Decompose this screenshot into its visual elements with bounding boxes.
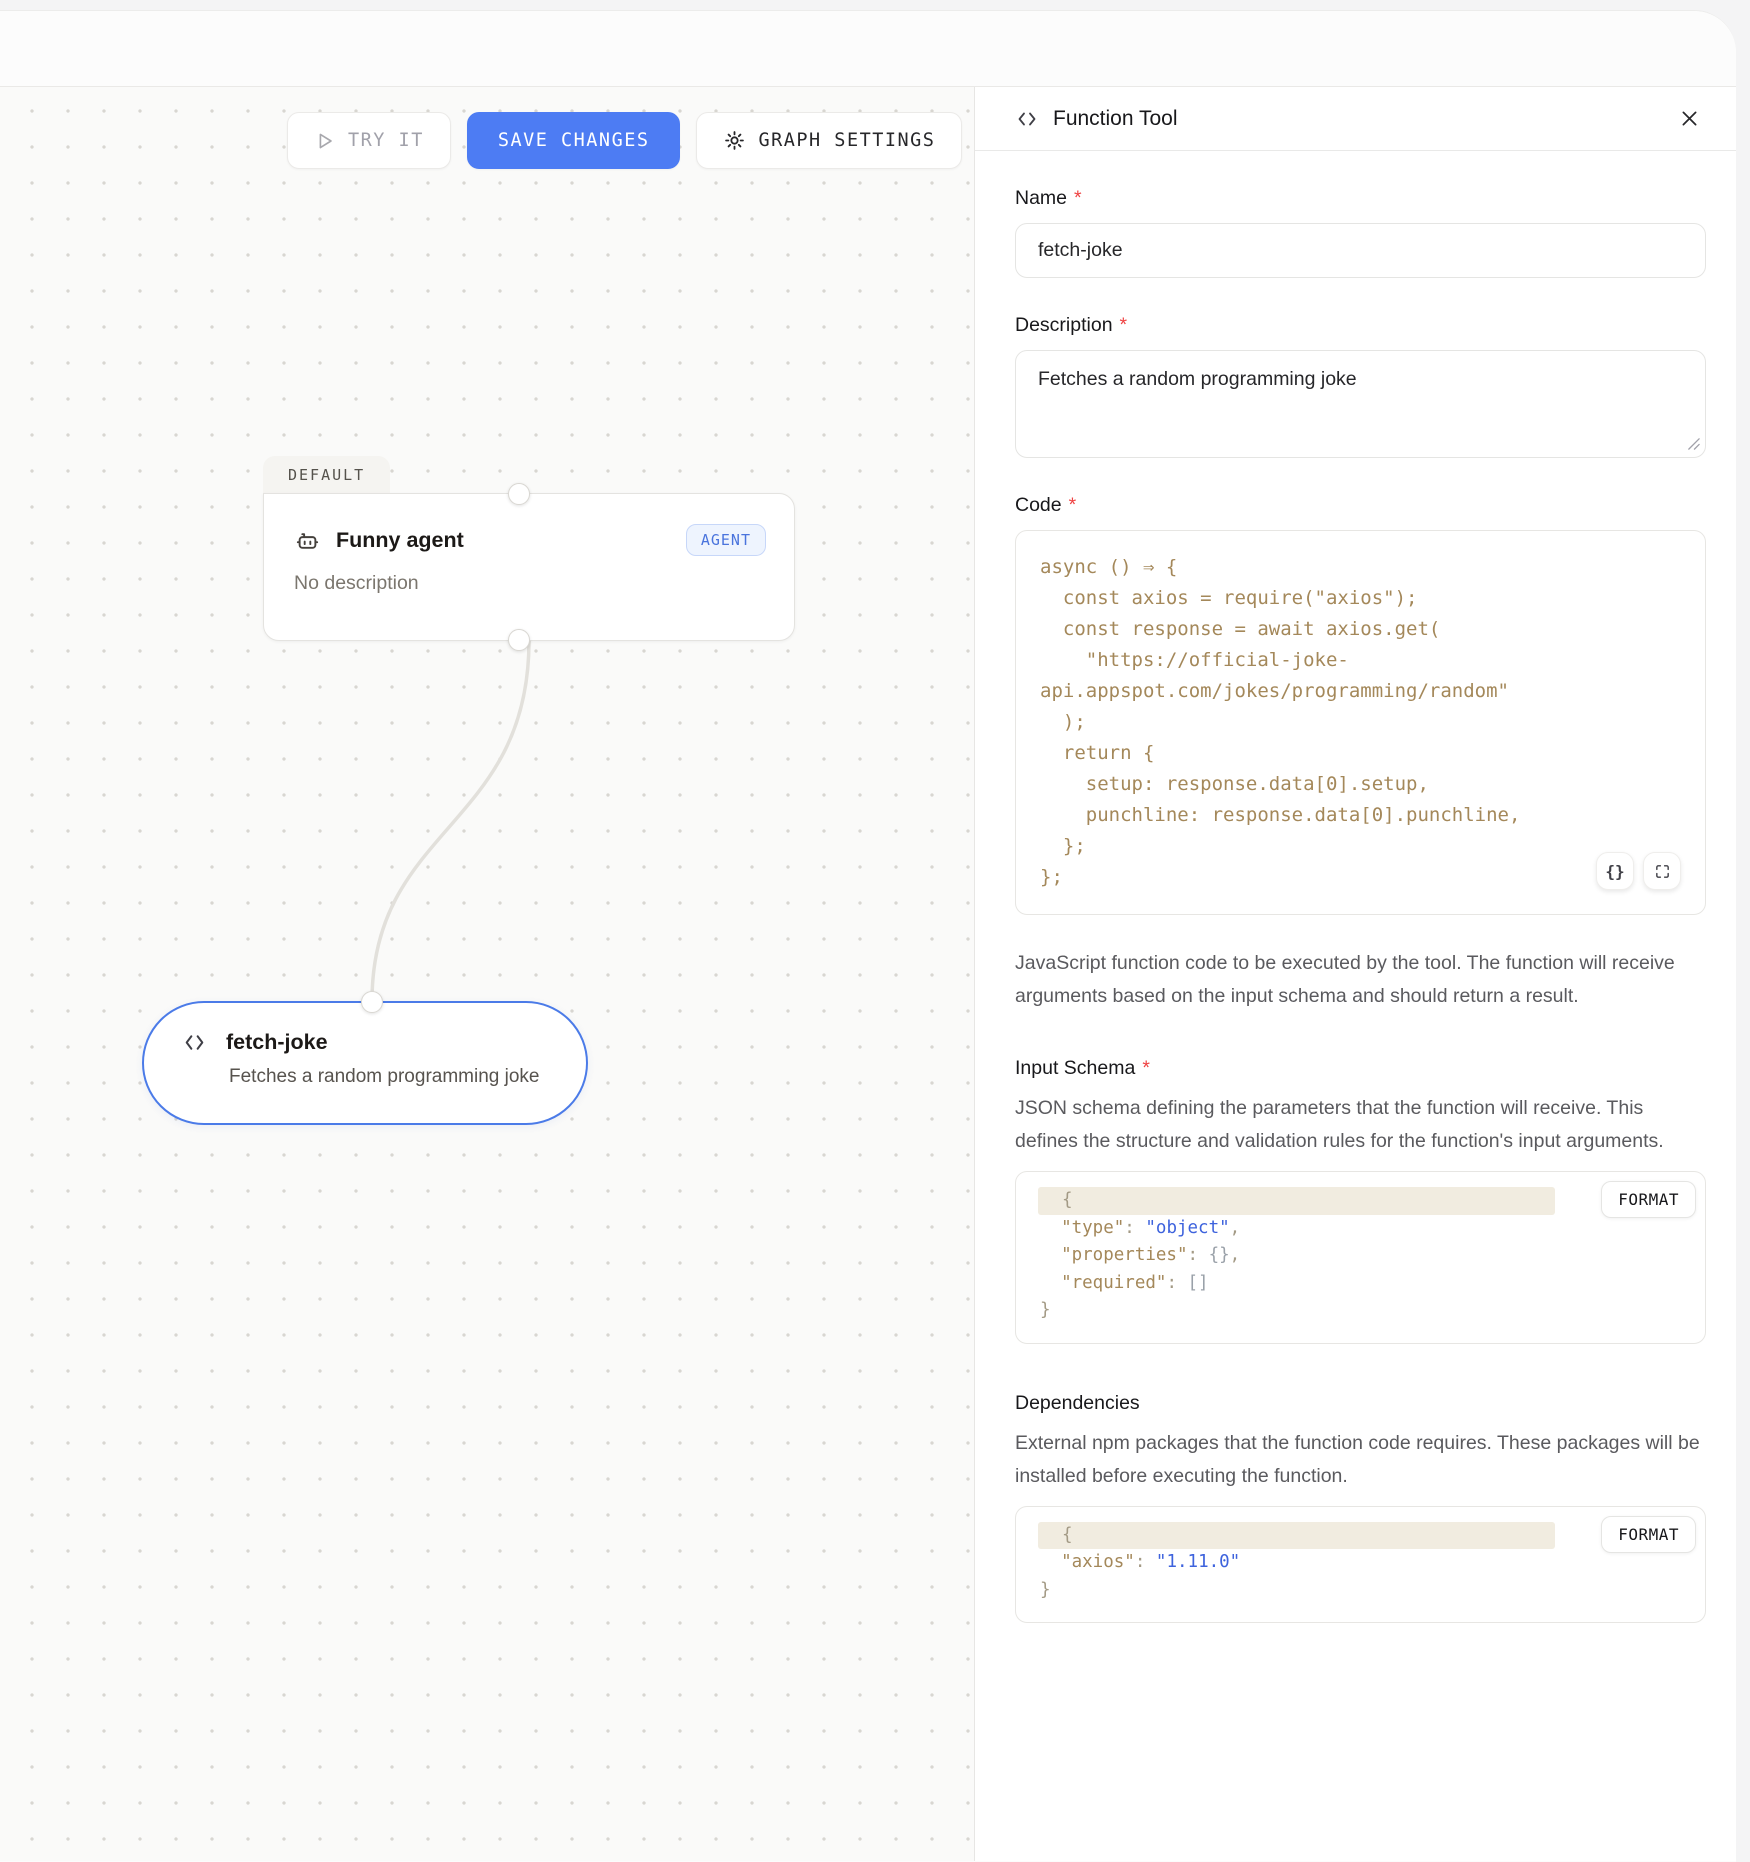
close-icon bbox=[1679, 108, 1700, 129]
code-label: Code * bbox=[1015, 494, 1706, 517]
dependencies-label-text: Dependencies bbox=[1015, 1392, 1140, 1414]
gear-icon bbox=[723, 129, 746, 152]
node-handle-tool-top[interactable] bbox=[361, 991, 383, 1013]
function-tool-panel: Function Tool Name * Description * bbox=[975, 87, 1736, 1861]
dependencies-helper-text: External npm packages that the function … bbox=[1015, 1427, 1706, 1493]
braces-button[interactable]: {} bbox=[1596, 852, 1634, 890]
name-input[interactable] bbox=[1015, 223, 1706, 278]
name-label: Name * bbox=[1015, 187, 1706, 210]
input-schema-label: Input Schema * bbox=[1015, 1057, 1706, 1080]
code-icon bbox=[182, 1030, 207, 1055]
agent-node[interactable]: Funny agent AGENT No description bbox=[263, 493, 795, 641]
canvas-toolbar: TRY IT SAVE CHANGES bbox=[287, 112, 962, 169]
function-tool-icon bbox=[1015, 107, 1039, 131]
format-button[interactable]: FORMAT bbox=[1601, 1516, 1696, 1553]
graph-settings-label: GRAPH SETTINGS bbox=[758, 130, 935, 151]
code-editor[interactable]: async () ⇒ { const axios = require("axio… bbox=[1015, 530, 1706, 915]
description-textarea[interactable]: Fetches a random programming joke bbox=[1015, 350, 1706, 458]
save-changes-label: SAVE CHANGES bbox=[498, 130, 650, 151]
dependencies-editor[interactable]: { "axios": "1.11.0"} FORMAT bbox=[1015, 1506, 1706, 1624]
agent-badge: AGENT bbox=[686, 524, 766, 556]
default-tag: DEFAULT bbox=[263, 456, 390, 494]
code-helper-text: JavaScript function code to be executed … bbox=[1015, 947, 1706, 1013]
expand-icon bbox=[1654, 863, 1671, 880]
tool-node-title: fetch-joke bbox=[226, 1030, 328, 1055]
resize-handle-icon[interactable] bbox=[1686, 436, 1701, 451]
node-handle-bottom[interactable] bbox=[508, 629, 530, 651]
panel-title: Function Tool bbox=[1053, 107, 1178, 131]
expand-button[interactable] bbox=[1643, 852, 1681, 890]
required-asterisk: * bbox=[1069, 494, 1077, 516]
required-asterisk: * bbox=[1120, 314, 1128, 336]
top-bar bbox=[0, 11, 1736, 87]
name-label-text: Name bbox=[1015, 187, 1067, 209]
robot-icon bbox=[294, 527, 321, 554]
app-window: TRY IT SAVE CHANGES bbox=[0, 10, 1736, 1862]
play-icon bbox=[314, 130, 336, 152]
required-asterisk: * bbox=[1074, 187, 1082, 209]
description-label-text: Description bbox=[1015, 314, 1113, 336]
format-button[interactable]: FORMAT bbox=[1601, 1181, 1696, 1218]
graph-canvas[interactable]: TRY IT SAVE CHANGES bbox=[0, 87, 975, 1861]
try-it-label: TRY IT bbox=[348, 130, 424, 151]
description-label: Description * bbox=[1015, 314, 1706, 337]
required-asterisk: * bbox=[1142, 1057, 1150, 1079]
graph-settings-button[interactable]: GRAPH SETTINGS bbox=[696, 112, 962, 169]
edge bbox=[0, 87, 975, 1861]
try-it-button[interactable]: TRY IT bbox=[287, 112, 451, 169]
default-tag-label: DEFAULT bbox=[288, 466, 365, 484]
close-button[interactable] bbox=[1675, 104, 1704, 133]
tool-node-description: Fetches a random programming joke bbox=[229, 1066, 586, 1088]
agent-node-description: No description bbox=[294, 572, 766, 595]
dependencies-label: Dependencies bbox=[1015, 1392, 1706, 1415]
code-editor-content: async () ⇒ { const axios = require("axio… bbox=[1016, 552, 1705, 893]
input-schema-label-text: Input Schema bbox=[1015, 1057, 1135, 1079]
node-handle-top[interactable] bbox=[508, 483, 530, 505]
input-schema-helper-text: JSON schema defining the parameters that… bbox=[1015, 1092, 1706, 1158]
braces-icon: {} bbox=[1605, 862, 1624, 881]
code-label-text: Code bbox=[1015, 494, 1062, 516]
panel-header: Function Tool bbox=[975, 87, 1736, 151]
save-changes-button[interactable]: SAVE CHANGES bbox=[467, 112, 681, 169]
agent-node-title: Funny agent bbox=[336, 528, 464, 553]
tool-node[interactable]: fetch-joke Fetches a random programming … bbox=[142, 1001, 588, 1125]
input-schema-editor[interactable]: { "type": "object", "properties": {}, "r… bbox=[1015, 1171, 1706, 1344]
